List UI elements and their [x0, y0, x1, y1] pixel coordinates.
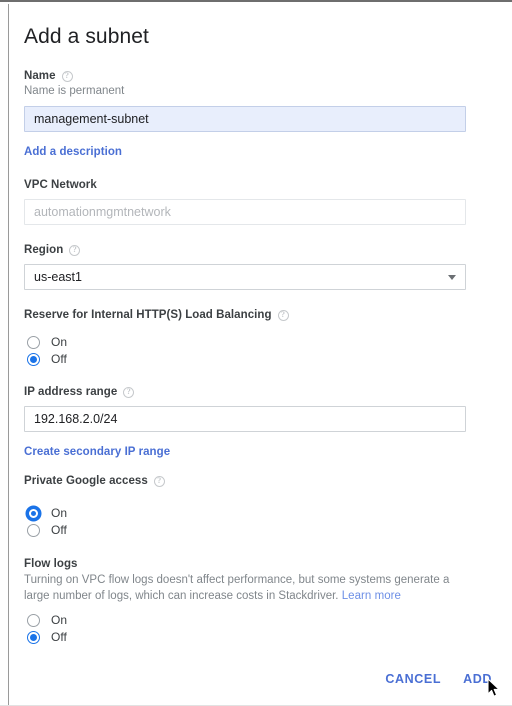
flow-logs-label-row: Flow logs — [24, 557, 466, 571]
radio-icon[interactable] — [27, 523, 40, 537]
help-circle-icon[interactable]: ? — [277, 309, 289, 321]
reserve-ilb-option-off[interactable]: Off — [24, 351, 466, 367]
region-field-block: Region ? us-east1 — [24, 243, 466, 290]
region-select[interactable]: us-east1 — [24, 264, 466, 290]
help-circle-icon[interactable]: ? — [61, 70, 73, 82]
flow-logs-field-block: Flow logs Turning on VPC flow logs doesn… — [24, 557, 466, 645]
flow-logs-option-on-label: On — [51, 613, 68, 627]
reserve-ilb-field-block: Reserve for Internal HTTP(S) Load Balanc… — [24, 308, 466, 367]
create-secondary-ip-range-link[interactable]: Create secondary IP range — [24, 446, 170, 458]
dialog-footer: CANCEL ADD — [385, 672, 492, 686]
region-select-wrap[interactable]: us-east1 — [24, 264, 466, 290]
region-selected-value: us-east1 — [34, 270, 82, 284]
ip-range-label: IP address range — [24, 386, 118, 398]
page-title: Add a subnet — [24, 25, 149, 48]
private-google-access-radio-group: On Off — [24, 505, 466, 538]
name-input[interactable] — [24, 106, 466, 132]
reserve-ilb-option-on[interactable]: On — [24, 334, 466, 350]
reserve-ilb-label: Reserve for Internal HTTP(S) Load Balanc… — [24, 309, 272, 321]
reserve-ilb-label-row: Reserve for Internal HTTP(S) Load Balanc… — [24, 308, 466, 322]
private-google-access-label: Private Google access — [24, 475, 148, 487]
name-sublabel: Name is permanent — [24, 85, 125, 97]
private-google-access-label-row: Private Google access ? — [24, 474, 466, 488]
add-description-link[interactable]: Add a description — [24, 146, 122, 158]
private-google-access-option-on[interactable]: On — [24, 505, 466, 521]
vpc-network-input — [24, 199, 466, 225]
private-google-access-option-off-label: Off — [51, 523, 67, 537]
add-button[interactable]: ADD — [463, 672, 492, 686]
ip-range-input[interactable] — [24, 406, 466, 432]
vpc-network-label: VPC Network — [24, 179, 97, 191]
add-subnet-dialog: Add a subnet Name ? Name is permanent Ad… — [0, 0, 512, 706]
reserve-ilb-radio-group: On Off — [24, 334, 466, 367]
reserve-ilb-option-off-label: Off — [51, 352, 67, 366]
help-circle-icon[interactable]: ? — [153, 475, 165, 487]
name-field-block: Name ? Name is permanent — [24, 69, 466, 132]
region-label: Region — [24, 244, 64, 256]
help-circle-icon[interactable]: ? — [69, 244, 81, 256]
name-label: Name — [24, 70, 56, 82]
ip-range-field-block: IP address range ? — [24, 385, 466, 432]
radio-icon-selected[interactable] — [27, 352, 40, 366]
private-google-access-option-off[interactable]: Off — [24, 522, 466, 538]
learn-more-link[interactable]: Learn more — [342, 589, 401, 605]
help-circle-icon[interactable]: ? — [123, 386, 135, 398]
flow-logs-option-off[interactable]: Off — [24, 629, 466, 645]
flow-logs-option-on[interactable]: On — [24, 612, 466, 628]
name-label-row: Name ? — [24, 69, 466, 83]
radio-icon[interactable] — [27, 613, 40, 627]
radio-icon[interactable] — [27, 335, 40, 349]
private-google-access-option-on-label: On — [51, 506, 68, 520]
radio-icon-selected[interactable] — [27, 630, 40, 644]
vpc-network-field-block: VPC Network — [24, 178, 466, 225]
reserve-ilb-option-on-label: On — [51, 335, 68, 349]
flow-logs-label: Flow logs — [24, 558, 78, 570]
dialog-content: Add a subnet Name ? Name is permanent Ad… — [0, 2, 512, 705]
flow-logs-description: Turning on VPC flow logs doesn't affect … — [24, 573, 466, 604]
vpc-network-label-row: VPC Network — [24, 178, 466, 192]
flow-logs-radio-group: On Off — [24, 612, 466, 645]
radio-icon-selected[interactable] — [27, 506, 40, 520]
region-label-row: Region ? — [24, 243, 466, 257]
chevron-down-icon[interactable] — [448, 275, 456, 280]
private-google-access-field-block: Private Google access ? On Off — [24, 474, 466, 538]
flow-logs-option-off-label: Off — [51, 630, 67, 644]
cancel-button[interactable]: CANCEL — [385, 672, 441, 686]
ip-range-label-row: IP address range ? — [24, 385, 466, 399]
